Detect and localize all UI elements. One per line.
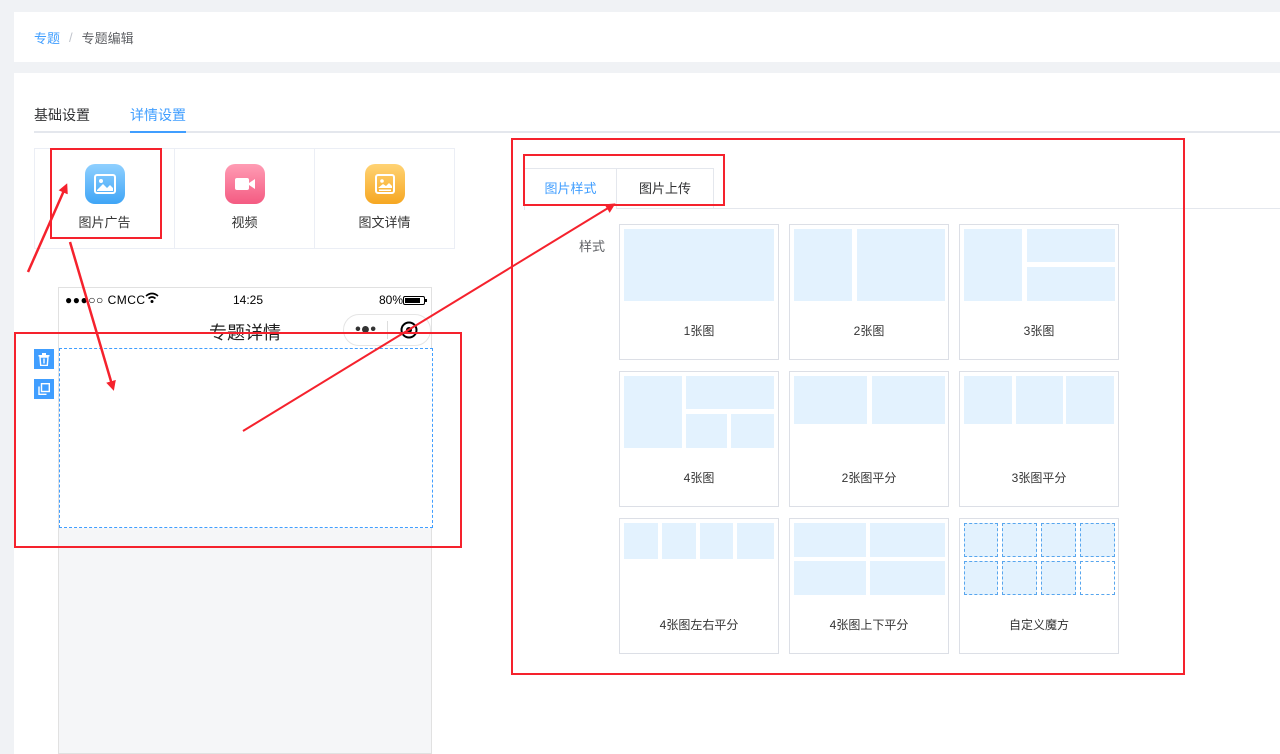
placeholder-block xyxy=(686,376,774,409)
layout-card-4-image-horizontal[interactable]: 4张图左右平分 xyxy=(619,518,779,654)
cube-cell[interactable] xyxy=(1080,523,1115,557)
placeholder-block xyxy=(1066,376,1114,424)
layout-name: 自定义魔方 xyxy=(1008,618,1069,632)
delete-component-button[interactable] xyxy=(34,349,54,369)
close-circle-icon[interactable] xyxy=(388,321,430,339)
cube-cell[interactable] xyxy=(964,523,998,557)
layout-card-1-image[interactable]: 1张图 xyxy=(619,224,779,360)
copy-component-button[interactable] xyxy=(34,379,54,399)
tab-basic-settings[interactable]: 基础设置 xyxy=(34,105,90,125)
placeholder-block xyxy=(794,561,866,595)
cube-cell[interactable] xyxy=(964,561,998,595)
placeholder-block xyxy=(794,229,852,301)
placeholder-block xyxy=(857,229,945,301)
component-video[interactable]: 视频 xyxy=(175,149,315,248)
layout-name: 3张图平分 xyxy=(1011,471,1067,485)
main-panel: 基础设置 详情设置 图片广告 视频 图文详情 ●●●○○ CMCC 14:25 … xyxy=(14,73,1280,754)
image-style-panel: 图片样式 图片上传 样式 1张图 2张图 3张图 4张图 2张图平分 3张图平分… xyxy=(524,168,1280,728)
breadcrumb-separator: / xyxy=(69,29,73,45)
layout-card-4-image-vertical[interactable]: 4张图上下平分 xyxy=(789,518,949,654)
phone-preview: ●●●○○ CMCC 14:25 80% 专题详情 •●• xyxy=(58,287,433,754)
cube-cell[interactable] xyxy=(1041,523,1076,557)
trash-icon xyxy=(38,352,50,366)
placeholder-block xyxy=(624,229,774,301)
cube-cell[interactable] xyxy=(1041,561,1076,595)
wifi-icon xyxy=(145,292,159,307)
layout-card-3-image[interactable]: 3张图 xyxy=(959,224,1119,360)
layout-card-2-image-even[interactable]: 2张图平分 xyxy=(789,371,949,507)
cube-cell[interactable] xyxy=(1002,523,1037,557)
style-label: 样式 xyxy=(579,239,606,254)
placeholder-block xyxy=(1027,267,1115,301)
placeholder-block xyxy=(700,523,733,559)
breadcrumb: 专题 / 专题编辑 xyxy=(14,12,1280,62)
placeholder-block xyxy=(870,561,945,595)
mini-program-capsule: •●• xyxy=(343,314,431,346)
placeholder-block xyxy=(964,229,1022,301)
placeholder-block xyxy=(662,523,696,559)
placeholder-block xyxy=(737,523,774,559)
video-camera-icon xyxy=(224,164,265,204)
placeholder-block xyxy=(794,376,867,424)
phone-page-title: 专题详情 xyxy=(209,323,281,343)
more-dots-icon[interactable]: •●• xyxy=(344,321,387,339)
cube-cell[interactable] xyxy=(1080,561,1115,595)
copy-icon xyxy=(38,383,50,395)
breadcrumb-current: 专题编辑 xyxy=(81,30,134,46)
carrier-signal: ●●●○○ CMCC xyxy=(65,293,146,307)
component-image-ad[interactable]: 图片广告 xyxy=(35,149,175,248)
layout-name: 1张图 xyxy=(683,324,715,338)
active-tab-indicator xyxy=(130,131,186,133)
layout-name: 4张图 xyxy=(683,471,715,485)
placeholder-block xyxy=(624,376,682,448)
image-ad-drop-zone[interactable] xyxy=(59,348,433,528)
tab-image-style[interactable]: 图片样式 xyxy=(524,168,616,210)
placeholder-block xyxy=(686,414,727,448)
placeholder-block xyxy=(964,376,1012,424)
component-palette: 图片广告 视频 图文详情 xyxy=(34,148,455,249)
layout-card-3-image-even[interactable]: 3张图平分 xyxy=(959,371,1119,507)
component-image-ad-label: 图片广告 xyxy=(78,215,131,230)
battery-icon xyxy=(403,296,427,305)
breadcrumb-root-link[interactable]: 专题 xyxy=(34,28,60,47)
layout-name: 3张图 xyxy=(1023,324,1055,338)
placeholder-block xyxy=(794,523,866,557)
layout-card-2-image[interactable]: 2张图 xyxy=(789,224,949,360)
layout-name: 4张图上下平分 xyxy=(829,618,909,632)
placeholder-block xyxy=(731,414,774,448)
component-image-text[interactable]: 图文详情 xyxy=(315,149,454,248)
placeholder-block xyxy=(624,523,658,559)
placeholder-block xyxy=(872,376,945,424)
layout-name: 2张图平分 xyxy=(841,471,897,485)
tab-image-upload[interactable]: 图片上传 xyxy=(616,168,714,209)
battery-percent: 80% xyxy=(378,293,403,307)
placeholder-block xyxy=(870,523,945,557)
image-text-icon xyxy=(364,164,405,204)
layout-card-custom-cube[interactable]: 自定义魔方 xyxy=(959,518,1119,654)
component-image-text-label: 图文详情 xyxy=(358,215,411,230)
tab-detail-settings[interactable]: 详情设置 xyxy=(130,105,186,125)
settings-tabs: 基础设置 详情设置 xyxy=(34,95,1280,133)
phone-nav-bar: 专题详情 •●• xyxy=(59,312,431,348)
layout-card-4-image[interactable]: 4张图 xyxy=(619,371,779,507)
layout-name: 4张图左右平分 xyxy=(659,618,739,632)
cube-cell[interactable] xyxy=(1002,561,1037,595)
image-subtabs: 图片样式 图片上传 xyxy=(524,168,1280,210)
placeholder-block xyxy=(1016,376,1063,424)
component-video-label: 视频 xyxy=(231,215,258,230)
phone-status-bar: ●●●○○ CMCC 14:25 80% xyxy=(59,288,431,312)
layout-name: 2张图 xyxy=(853,324,885,338)
image-icon xyxy=(84,164,125,204)
placeholder-block xyxy=(1027,229,1115,262)
status-time: 14:25 xyxy=(233,293,264,307)
